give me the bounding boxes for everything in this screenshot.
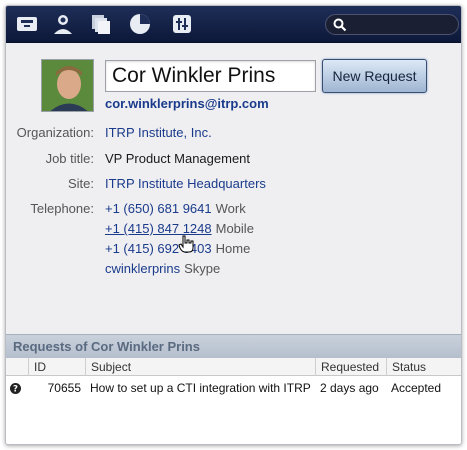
column-header-subject[interactable]: Subject bbox=[85, 358, 315, 376]
hand-cursor-icon bbox=[178, 235, 194, 253]
pie-chart-icon[interactable] bbox=[128, 12, 152, 36]
phone-type: Work bbox=[215, 201, 246, 216]
search-input[interactable] bbox=[350, 17, 454, 33]
phone-number[interactable]: +1 (650) 681 9641 bbox=[105, 201, 212, 216]
site-link[interactable]: ITRP Institute Headquarters bbox=[105, 176, 266, 191]
phone-type: Skype bbox=[184, 261, 221, 276]
email-link[interactable]: cor.winklerprins@itrp.com bbox=[105, 96, 269, 111]
site-label: Site: bbox=[67, 176, 94, 191]
organization-link[interactable]: ITRP Institute, Inc. bbox=[105, 125, 212, 140]
app-window: New Request cor.winklerprins@itrp.com Or… bbox=[5, 5, 462, 445]
phone-type: Mobile bbox=[215, 221, 254, 236]
pages-icon[interactable] bbox=[89, 12, 113, 36]
column-header-id[interactable]: ID bbox=[28, 358, 85, 376]
avatar bbox=[41, 59, 94, 112]
requests-panel-title: Requests of Cor Winkler Prins bbox=[6, 334, 461, 358]
skype-handle[interactable]: cwinklerprins bbox=[105, 261, 180, 276]
new-request-button[interactable]: New Request bbox=[322, 59, 427, 93]
search-icon bbox=[333, 18, 347, 32]
phone-row-skype[interactable]: cwinklerprins Skype bbox=[105, 261, 220, 276]
requests-table-body: ? 70655 How to set up a CTI integration … bbox=[6, 376, 461, 444]
requests-table-header: ID Subject Requested Status bbox=[6, 358, 461, 376]
phone-row-mobile[interactable]: +1 (415) 847 1248 Mobile bbox=[105, 221, 254, 236]
search-field[interactable] bbox=[325, 14, 459, 35]
request-subject: How to set up a CTI integration with ITR… bbox=[90, 381, 311, 395]
phone-number[interactable]: +1 (415) 692 3403 bbox=[105, 241, 212, 256]
request-status: Accepted bbox=[391, 381, 442, 395]
name-field[interactable] bbox=[105, 60, 316, 92]
job-title-label: Job title: bbox=[45, 151, 94, 166]
tools-icon[interactable] bbox=[170, 12, 194, 36]
request-id: 70655 bbox=[47, 381, 81, 395]
job-title-value: VP Product Management bbox=[105, 151, 251, 166]
question-icon: ? bbox=[10, 383, 21, 394]
column-header-status[interactable]: Status bbox=[386, 358, 461, 376]
telephone-label: Telephone: bbox=[30, 201, 94, 216]
phone-type: Home bbox=[215, 241, 251, 256]
people-icon[interactable] bbox=[51, 12, 75, 36]
phone-number[interactable]: +1 (415) 847 1248 bbox=[105, 221, 212, 236]
organization-label: Organization: bbox=[16, 125, 94, 140]
table-row[interactable]: ? 70655 How to set up a CTI integration … bbox=[6, 378, 461, 398]
request-requested: 2 days ago bbox=[320, 381, 379, 395]
svg-text:?: ? bbox=[13, 385, 18, 394]
inbox-icon[interactable] bbox=[15, 12, 39, 36]
column-header-requested[interactable]: Requested bbox=[315, 358, 386, 376]
phone-row-work[interactable]: +1 (650) 681 9641 Work bbox=[105, 201, 246, 216]
toolbar bbox=[6, 6, 461, 43]
